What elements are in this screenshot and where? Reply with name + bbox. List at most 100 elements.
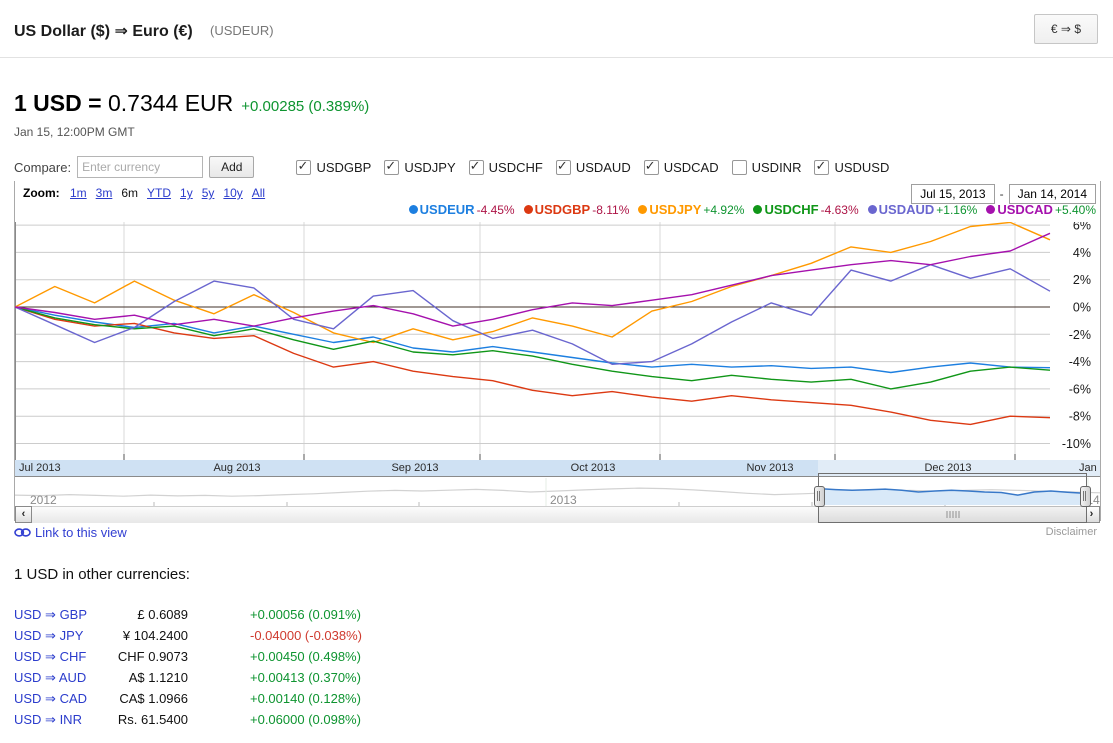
zoom-link-1y[interactable]: 1y [180,186,193,200]
quote-lhs: 1 USD = [14,90,102,116]
date-from-field[interactable]: Jul 15, 2013 [911,184,994,204]
y-axis-tick-label: 0% [1073,301,1091,315]
page-header: US Dollar ($) ⇒ Euro (€) (USDEUR) € ⇒ $ [0,0,1113,58]
swap-currencies-button[interactable]: € ⇒ $ [1034,14,1098,44]
currency-change: +0.00450 (0.498%) [188,649,362,664]
compare-input[interactable] [77,156,203,178]
compare-option-usdchf[interactable]: ✓ USDCHF [469,160,543,175]
checkbox-checked-icon[interactable]: ✓ [384,160,399,175]
compare-label: Compare: [14,160,71,175]
y-axis-tick-label: -2% [1069,328,1091,342]
compare-option-label: USDAUD [576,160,631,175]
timeline-overview[interactable]: 201220132014 ‹ › [15,476,1100,522]
compare-option-label: USDCAD [664,160,719,175]
currency-value: CHF 0.9073 [106,649,188,664]
google-finance-currency-page: US Dollar ($) ⇒ Euro (€) (USDEUR) € ⇒ $ … [0,0,1113,743]
checkbox-checked-icon[interactable]: ✓ [469,160,484,175]
zoom-link-10y[interactable]: 10y [223,186,242,200]
legend-dot-icon [986,205,995,214]
compare-option-usdinr[interactable]: USDINR [732,160,802,175]
timeline-year-label: 2012 [30,493,57,507]
legend-item-usdcad: USDCAD+5.40% [986,202,1096,217]
timeline-year-label: 2013 [550,493,577,507]
checkbox-checked-icon[interactable]: ✓ [644,160,659,175]
zoom-link-1m[interactable]: 1m [70,186,87,200]
compare-options: ✓USDGBP✓USDJPY✓USDCHF✓USDAUD✓USDCADUSDIN… [296,160,902,175]
currency-pair-link[interactable]: USD ⇒ GBP [14,607,106,623]
currency-row: USD ⇒ CADCA$ 1.0966+0.00140 (0.128%) [14,688,362,709]
timeline-selection-window[interactable] [818,473,1087,523]
disclaimer-link[interactable]: Disclaimer [1046,526,1097,538]
currency-pair-link[interactable]: USD ⇒ AUD [14,670,106,686]
currency-pair-link[interactable]: USD ⇒ CAD [14,691,106,707]
chart-toolbar: Zoom: 1m3m6mYTD1y5y10yAll Jul 15, 2013 -… [15,184,1100,204]
price-chart-svg: 6%4%2%0%-2%-4%-6%-8%-10% [15,222,1098,460]
currency-pair-link[interactable]: USD ⇒ INR [14,712,106,728]
quote-line: 1 USD = 0.7344 EUR+0.00285 (0.389%) [14,90,369,117]
checkbox-checked-icon[interactable]: ✓ [296,160,311,175]
currency-change: -0.04000 (-0.038%) [188,628,362,643]
checkbox-checked-icon[interactable]: ✓ [814,160,829,175]
selection-left-handle[interactable] [814,486,825,507]
add-button[interactable]: Add [209,156,254,178]
checkbox-unchecked-icon[interactable] [732,160,747,175]
plot-area[interactable]: 6%4%2%0%-2%-4%-6%-8%-10% [15,222,1098,460]
y-axis-tick-label: -4% [1069,355,1091,369]
compare-option-usdusd[interactable]: ✓USDUSD [814,160,889,175]
zoom-link-ytd[interactable]: YTD [147,186,171,200]
zoom-link-6m: 6m [121,186,138,200]
y-axis-tick-label: -8% [1069,410,1091,424]
zoom-link-all[interactable]: All [252,186,265,200]
legend-item-usdjpy: USDJPY+4.92% [638,202,744,217]
currency-change: +0.00140 (0.128%) [188,691,362,706]
currency-change: +0.00413 (0.370%) [188,670,362,685]
currency-pair-link[interactable]: USD ⇒ CHF [14,649,106,665]
zoom-links: 1m 3m 6m YTD 1y 5y 10y All [70,186,274,200]
currency-change: +0.00056 (0.091%) [188,607,362,622]
compare-option-usdgbp[interactable]: ✓ USDGBP [296,160,371,175]
scroll-left-button[interactable]: ‹ [15,506,32,523]
currency-row: USD ⇒ GBP£ 0.6089+0.00056 (0.091%) [14,604,362,625]
quote-change: +0.00285 (0.389%) [241,98,369,115]
zoom-link-5y[interactable]: 5y [202,186,215,200]
legend-series-name: USDCHF [764,202,818,217]
checkbox-checked-icon[interactable]: ✓ [556,160,571,175]
chart-module: Zoom: 1m3m6mYTD1y5y10yAll Jul 15, 2013 -… [14,181,1101,521]
selection-right-handle[interactable] [1080,486,1091,507]
series-line-usdchf [15,307,1050,389]
selection-scrollbar[interactable] [819,506,1086,522]
legend-series-change: -4.45% [477,203,515,217]
legend-series-change: -4.63% [821,203,859,217]
legend-series-change: +5.40% [1055,203,1096,217]
legend-item-usdgbp: USDGBP-8.11% [524,202,630,217]
compare-option-usdcad[interactable]: ✓ USDCAD [644,160,719,175]
x-axis-label: Nov 2013 [725,462,815,474]
zoom-link-3m[interactable]: 3m [96,186,113,200]
other-currencies-heading: 1 USD in other currencies: [14,566,190,583]
currency-change: +0.06000 (0.098%) [188,712,362,727]
x-axis-label: Jul 2013 [19,462,61,474]
legend-series-name: USDEUR [420,202,475,217]
date-to-field[interactable]: Jan 14, 2014 [1009,184,1096,204]
compare-option-label: USDGBP [316,160,371,175]
legend-item-usdaud: USDAUD+1.16% [868,202,978,217]
legend-dot-icon [868,205,877,214]
currency-value: ¥ 104.2400 [106,628,188,643]
currency-pair-link[interactable]: USD ⇒ JPY [14,628,106,644]
y-axis-tick-label: -6% [1069,382,1091,396]
scrollbar-grip[interactable] [945,511,960,518]
y-axis-tick-label: 4% [1073,246,1091,260]
compare-option-usdjpy[interactable]: ✓USDJPY [384,160,455,175]
y-axis-tick-label: -10% [1062,437,1091,451]
series-line-usdgbp [15,307,1050,424]
legend-series-name: USDCAD [997,202,1053,217]
compare-option-usdaud[interactable]: ✓ USDAUD [556,160,631,175]
link-to-this-view[interactable]: Link to this view [14,525,127,540]
legend-series-name: USDAUD [879,202,935,217]
selection-sparkline [819,478,1084,505]
currency-value: £ 0.6089 [106,607,188,622]
compare-option-label: USDINR [752,160,802,175]
legend-series-name: USDGBP [535,202,591,217]
compare-option-label: USDCHF [489,160,543,175]
legend-series-change: +1.16% [936,203,977,217]
